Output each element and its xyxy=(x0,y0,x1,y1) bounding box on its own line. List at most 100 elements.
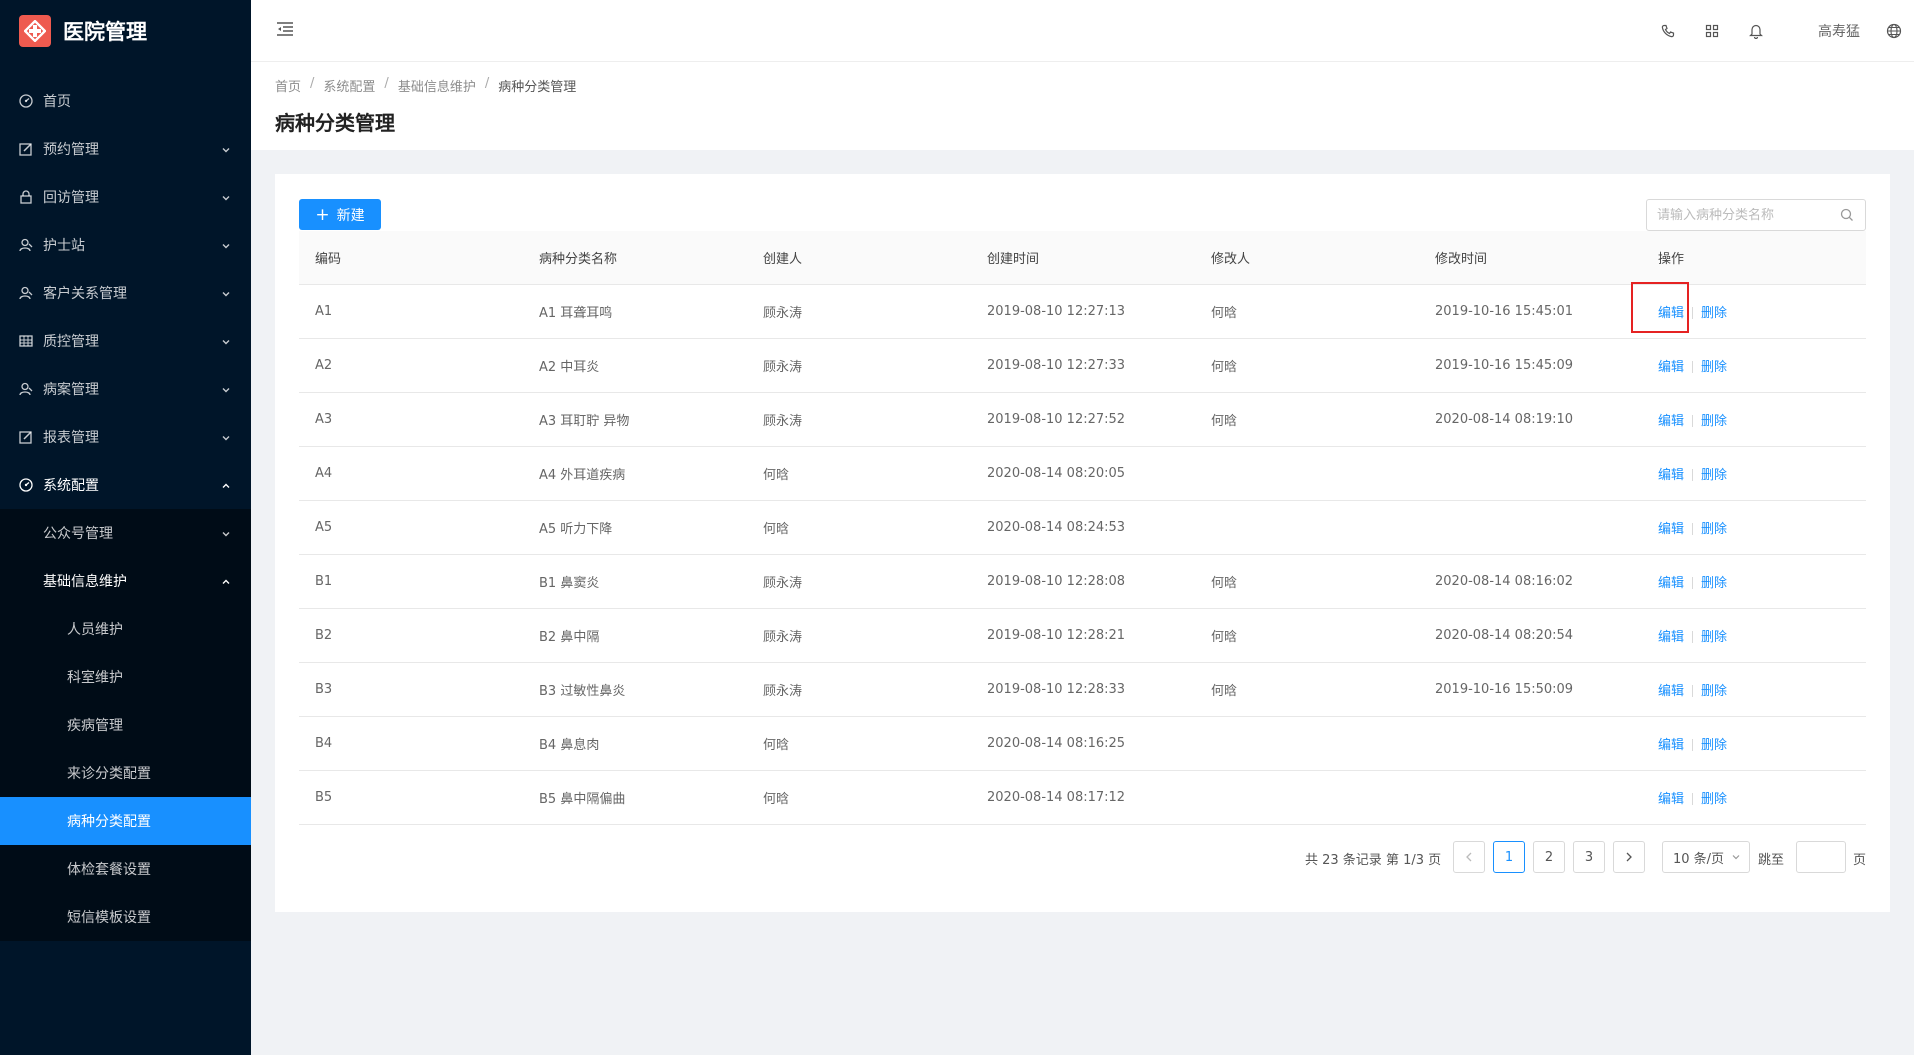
new-button[interactable]: + 新建 xyxy=(299,199,381,230)
action-divider xyxy=(1692,739,1694,751)
lock-icon xyxy=(19,190,33,204)
submenu-system-config: 公众号管理 基础信息维护 人员维护 科室维护 疾病管理 来诊分类配置 病种分类配… xyxy=(0,509,251,941)
cell-actions: 编辑 删除 xyxy=(1642,284,1866,339)
sidebar-item-basic-info[interactable]: 基础信息维护 xyxy=(0,557,251,605)
sidebar-item-visit-categories[interactable]: 来诊分类配置 xyxy=(0,749,251,797)
sidebar-item-reports[interactable]: 报表管理 xyxy=(0,413,251,461)
sidebar-item-disease-categories[interactable]: 病种分类配置 xyxy=(0,797,251,845)
sidebar-item-checkup-packages[interactable]: 体检套餐设置 xyxy=(0,845,251,893)
column-header: 创建人 xyxy=(747,231,971,285)
delete-link[interactable]: 删除 xyxy=(1701,630,1727,645)
chevron-up-icon xyxy=(221,479,231,495)
cell-modifier: 何晗 xyxy=(1195,662,1419,717)
edit-link[interactable]: 编辑 xyxy=(1658,684,1684,699)
action-divider xyxy=(1692,361,1694,373)
cell-code: B2 xyxy=(299,608,523,663)
cell-actions: 编辑 删除 xyxy=(1642,338,1866,393)
action-divider xyxy=(1692,631,1694,643)
cell-name: A3 耳耵聍 异物 xyxy=(523,392,747,447)
sidebar-item-diseases[interactable]: 疾病管理 xyxy=(0,701,251,749)
edit-link[interactable]: 编辑 xyxy=(1658,630,1684,645)
delete-link[interactable]: 删除 xyxy=(1701,414,1727,429)
edit-link[interactable]: 编辑 xyxy=(1658,792,1684,807)
cell-modifier: 何晗 xyxy=(1195,284,1419,339)
cell-modifier: 何晗 xyxy=(1195,554,1419,609)
edit-link[interactable]: 编辑 xyxy=(1658,468,1684,483)
cell-actions: 编辑 删除 xyxy=(1642,662,1866,717)
cell-modified xyxy=(1419,500,1642,555)
delete-link[interactable]: 删除 xyxy=(1701,576,1727,591)
page-3-button[interactable]: 3 xyxy=(1573,841,1605,873)
search-input[interactable] xyxy=(1647,207,1827,223)
next-page-button[interactable] xyxy=(1613,841,1645,873)
header-actions: 高寿猛 xyxy=(1661,0,1914,62)
delete-link[interactable]: 删除 xyxy=(1701,522,1727,537)
user-icon xyxy=(19,238,33,252)
chevron-down-icon xyxy=(221,431,231,447)
edit-link[interactable]: 编辑 xyxy=(1658,360,1684,375)
cell-code: A2 xyxy=(299,338,523,393)
search-icon[interactable] xyxy=(1840,208,1854,226)
sidebar-item-label: 公众号管理 xyxy=(43,526,113,542)
cell-code: B3 xyxy=(299,662,523,717)
cell-modifier: 何晗 xyxy=(1195,338,1419,393)
sidebar-item-appointments[interactable]: 预约管理 xyxy=(0,125,251,173)
bell-icon[interactable] xyxy=(1749,23,1763,39)
sidebar-item-wechat[interactable]: 公众号管理 xyxy=(0,509,251,557)
breadcrumb-basic-info[interactable]: 基础信息维护 xyxy=(398,76,476,95)
page-size-select[interactable]: 10 条/页 xyxy=(1662,841,1750,873)
logo[interactable]: 医院管理 xyxy=(0,0,251,62)
edit-link[interactable]: 编辑 xyxy=(1658,738,1684,753)
sidebar-item-home[interactable]: 首页 xyxy=(0,77,251,125)
cell-modifier: 何晗 xyxy=(1195,392,1419,447)
sidebar-item-medical-records[interactable]: 病案管理 xyxy=(0,365,251,413)
username[interactable]: 高寿猛 xyxy=(1818,21,1860,41)
edit-link[interactable]: 编辑 xyxy=(1658,522,1684,537)
edit-link[interactable]: 编辑 xyxy=(1658,306,1684,321)
page-2-button[interactable]: 2 xyxy=(1533,841,1565,873)
cell-name: B5 鼻中隔偏曲 xyxy=(523,770,747,825)
prev-page-button[interactable] xyxy=(1453,841,1485,873)
breadcrumb: 首页 / 系统配置 / 基础信息维护 / 病种分类管理 xyxy=(275,76,576,95)
sidebar-item-crm[interactable]: 客户关系管理 xyxy=(0,269,251,317)
delete-link[interactable]: 删除 xyxy=(1701,360,1727,375)
breadcrumb-system-config[interactable]: 系统配置 xyxy=(323,76,375,95)
cell-modifier: 何晗 xyxy=(1195,608,1419,663)
sidebar-item-departments[interactable]: 科室维护 xyxy=(0,653,251,701)
jump-page-input[interactable] xyxy=(1796,841,1846,873)
edit-link[interactable]: 编辑 xyxy=(1658,576,1684,591)
delete-link[interactable]: 删除 xyxy=(1701,738,1727,753)
delete-link[interactable]: 删除 xyxy=(1701,684,1727,699)
sidebar-item-sms-templates[interactable]: 短信模板设置 xyxy=(0,893,251,941)
breadcrumb-home[interactable]: 首页 xyxy=(275,76,301,95)
page-1-button[interactable]: 1 xyxy=(1493,841,1525,873)
phone-icon[interactable] xyxy=(1661,24,1675,38)
delete-link[interactable]: 删除 xyxy=(1701,468,1727,483)
cell-modifier xyxy=(1195,446,1419,501)
chevron-down-icon xyxy=(221,527,231,543)
delete-link[interactable]: 删除 xyxy=(1701,306,1727,321)
chevron-down-icon xyxy=(221,383,231,399)
table-row: B5 B5 鼻中隔偏曲 何晗 2020-08-14 08:17:12 编辑 删除 xyxy=(299,770,1866,825)
sidebar-item-system-config[interactable]: 系统配置 xyxy=(0,461,251,509)
sidebar-item-staff[interactable]: 人员维护 xyxy=(0,605,251,653)
cell-created: 2019-08-10 12:27:33 xyxy=(971,338,1195,393)
new-button-label: 新建 xyxy=(336,207,365,224)
edit-link[interactable]: 编辑 xyxy=(1658,414,1684,429)
sidebar-item-nurse-station[interactable]: 护士站 xyxy=(0,221,251,269)
breadcrumb-separator: / xyxy=(484,76,490,91)
sidebar-item-followup[interactable]: 回访管理 xyxy=(0,173,251,221)
menu-fold-icon[interactable] xyxy=(276,21,294,41)
user-icon xyxy=(19,382,33,396)
cell-modified xyxy=(1419,446,1642,501)
apps-icon[interactable] xyxy=(1705,24,1719,38)
delete-link[interactable]: 删除 xyxy=(1701,792,1727,807)
globe-icon[interactable] xyxy=(1886,23,1902,39)
sidebar-item-quality-control[interactable]: 质控管理 xyxy=(0,317,251,365)
cell-actions: 编辑 删除 xyxy=(1642,716,1866,771)
cell-modifier xyxy=(1195,500,1419,555)
dashboard-icon xyxy=(19,94,33,108)
action-divider xyxy=(1692,577,1694,589)
cell-name: B3 过敏性鼻炎 xyxy=(523,662,747,717)
pagination: 共 23 条记录 第 1/3 页 1 2 3 10 条/页 跳至 页 xyxy=(275,841,1890,873)
